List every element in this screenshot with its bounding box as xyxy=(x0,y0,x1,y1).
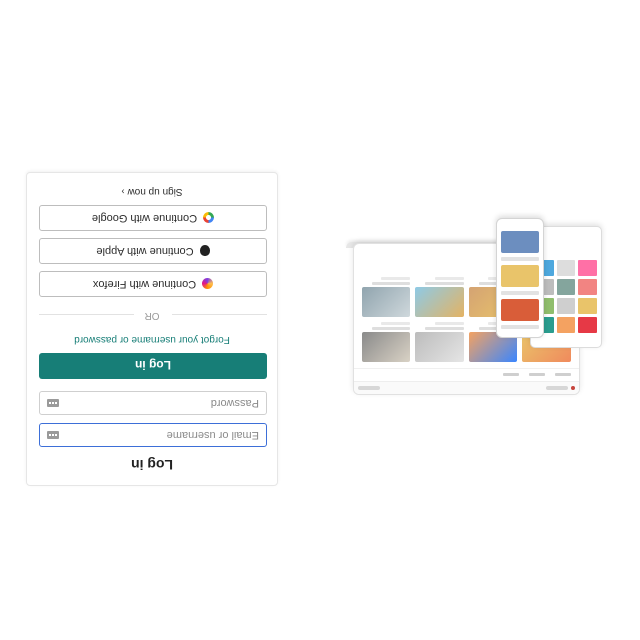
login-card: Log in Log in Forgot your username or pa… xyxy=(26,172,278,486)
email-input[interactable] xyxy=(39,423,267,447)
password-manager-icon[interactable] xyxy=(47,431,59,439)
page: Log in Log in Forgot your username or pa… xyxy=(0,0,640,640)
phone-illustration xyxy=(496,218,544,338)
continue-firefox-button[interactable]: Continue with Firefox xyxy=(39,271,267,297)
password-manager-icon[interactable] xyxy=(47,399,59,407)
login-title: Log in xyxy=(131,457,173,473)
sso-label: Continue with Google xyxy=(91,212,198,224)
apple-icon xyxy=(199,245,210,257)
laptop-toolbar xyxy=(354,381,579,394)
password-input[interactable] xyxy=(39,391,267,415)
divider-line xyxy=(39,314,134,315)
continue-apple-button[interactable]: Continue with Apple xyxy=(39,238,267,264)
continue-google-button[interactable]: Continue with Google xyxy=(39,205,267,231)
signup-label: Sign up now xyxy=(127,186,183,197)
divider-or: OR xyxy=(144,310,160,321)
sso-label: Continue with Apple xyxy=(96,245,194,257)
laptop-tabs xyxy=(354,368,579,381)
sso-label: Continue with Firefox xyxy=(92,278,197,290)
chevron-right-icon: › xyxy=(121,187,125,197)
google-icon xyxy=(203,212,215,224)
firefox-icon xyxy=(202,278,214,290)
forgot-credentials-link[interactable]: Forgot your username or password xyxy=(27,334,277,345)
signup-link[interactable]: Sign up now› xyxy=(27,186,277,197)
login-button[interactable]: Log in xyxy=(39,353,267,379)
